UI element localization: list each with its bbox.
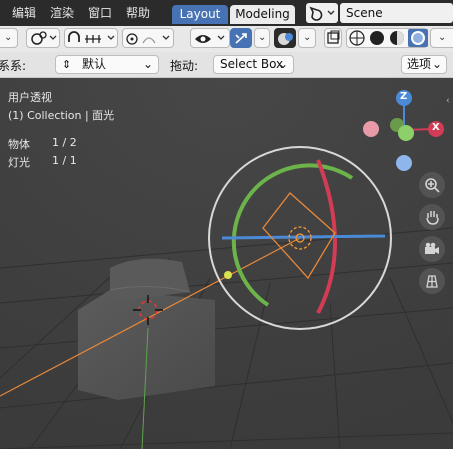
overlay-toggle[interactable] <box>274 28 296 48</box>
proportional-snap-group[interactable] <box>64 28 118 48</box>
chevron-down-icon: ⌄ <box>258 32 267 43</box>
menu-render[interactable]: 渲染 <box>50 4 74 21</box>
tool-settings-bar: 系系: ⇕ 默认 ⌄ 拖动: Select Box ⌄ 选项 ⌄ <box>0 52 453 78</box>
zoom-button[interactable] <box>419 172 445 198</box>
coordinate-system-dropdown[interactable]: ⇕ 默认 ⌄ <box>55 55 159 74</box>
top-menu-bar: 编辑 渲染 窗口 帮助 Layout Modeling Scene <box>0 0 453 26</box>
chevron-down-icon: ⌄ <box>303 32 312 43</box>
menu-edit[interactable]: 编辑 <box>12 4 36 21</box>
material-shading-icon[interactable] <box>390 31 404 45</box>
pan-button[interactable] <box>419 204 445 230</box>
grid-view-icon <box>426 275 438 288</box>
scene-name-field[interactable]: Scene <box>340 3 453 23</box>
snap-icon <box>68 31 115 43</box>
shading-dropdown[interactable]: ⌄ <box>430 28 453 48</box>
ortho-toggle-button[interactable] <box>419 268 445 294</box>
chevron-down-icon: ⌄ <box>277 57 288 71</box>
viewport-scene <box>0 78 453 449</box>
xray-toggle[interactable] <box>324 28 342 48</box>
transform-orientation-icon <box>31 31 57 45</box>
scene-selector-button[interactable] <box>306 3 338 23</box>
chevron-down-icon: ⌄ <box>438 32 447 43</box>
drag-label: 拖动: <box>170 59 199 73</box>
camera-icon <box>425 242 439 254</box>
menu-window[interactable]: 窗口 <box>88 4 112 21</box>
wireframe-shading-icon[interactable] <box>349 30 365 46</box>
options-label: 选项 <box>407 57 432 71</box>
objects-stat-value: 1 / 2 <box>52 136 77 149</box>
lights-stat-label: 灯光 <box>8 156 30 169</box>
gizmo-x-label: X <box>432 122 440 133</box>
rendered-shading-icon[interactable] <box>411 31 425 45</box>
lights-stat-value: 1 / 1 <box>52 154 77 167</box>
gizmo-toggle[interactable] <box>230 28 252 48</box>
gizmo-y-axis[interactable] <box>398 125 414 141</box>
coordinate-system-value: 默认 <box>82 57 107 71</box>
overlay-dropdown[interactable]: ⌄ <box>298 28 316 48</box>
sidebar-toggle-icon[interactable]: ‹ <box>446 96 450 106</box>
zoom-icon <box>425 178 440 193</box>
collection-info: (1) Collection | 面光 <box>8 109 115 122</box>
xray-icon <box>327 30 340 44</box>
drag-mode-value: Select Box <box>220 57 284 71</box>
workspace-tab-layout[interactable]: Layout <box>172 5 228 24</box>
visibility-dropdown[interactable] <box>190 28 230 48</box>
overlay-icon <box>278 33 293 45</box>
gizmo-dropdown[interactable]: ⌄ <box>254 28 270 48</box>
transform-orientation-button[interactable] <box>26 28 60 48</box>
workspace-tab-modeling[interactable]: Modeling <box>230 5 295 24</box>
proportional-edit-icon <box>126 33 170 45</box>
chevron-down-icon: ⌄ <box>4 32 13 43</box>
blender-scene-icon <box>309 6 335 21</box>
view-name: 用户透视 <box>8 91 52 104</box>
menu-help[interactable]: 帮助 <box>126 4 150 21</box>
options-dropdown[interactable]: 选项 ⌄ <box>401 55 447 74</box>
drag-mode-dropdown[interactable]: Select Box ⌄ <box>213 55 294 74</box>
gizmo-z-label: Z <box>400 91 408 102</box>
camera-view-button[interactable] <box>419 236 445 262</box>
gizmo-neg-z-axis[interactable] <box>396 155 412 171</box>
proportional-edit-group[interactable] <box>122 28 174 48</box>
solid-shading-icon[interactable] <box>370 31 384 45</box>
visibility-icon <box>195 35 225 43</box>
viewport-toolbar: ⌄ ⌄ ⌄ ⌄ <box>0 26 453 52</box>
chevron-down-icon: ⌄ <box>431 57 442 71</box>
mode-dropdown[interactable]: ⌄ <box>0 28 18 48</box>
coordinate-system-label: 系系: <box>0 59 27 73</box>
3d-viewport[interactable]: Z X 用户透视 (1) Collection | 面光 物体 1 / 2 灯光… <box>0 78 453 449</box>
objects-stat-label: 物体 <box>8 138 30 151</box>
transform-orientation-icon: ⇕ <box>62 58 72 71</box>
shading-mode-group <box>346 28 428 48</box>
gizmo-neg-x-axis[interactable] <box>363 121 379 137</box>
pan-icon <box>426 211 439 225</box>
gizmo-icon <box>235 33 247 44</box>
chevron-down-icon: ⌄ <box>142 57 153 71</box>
